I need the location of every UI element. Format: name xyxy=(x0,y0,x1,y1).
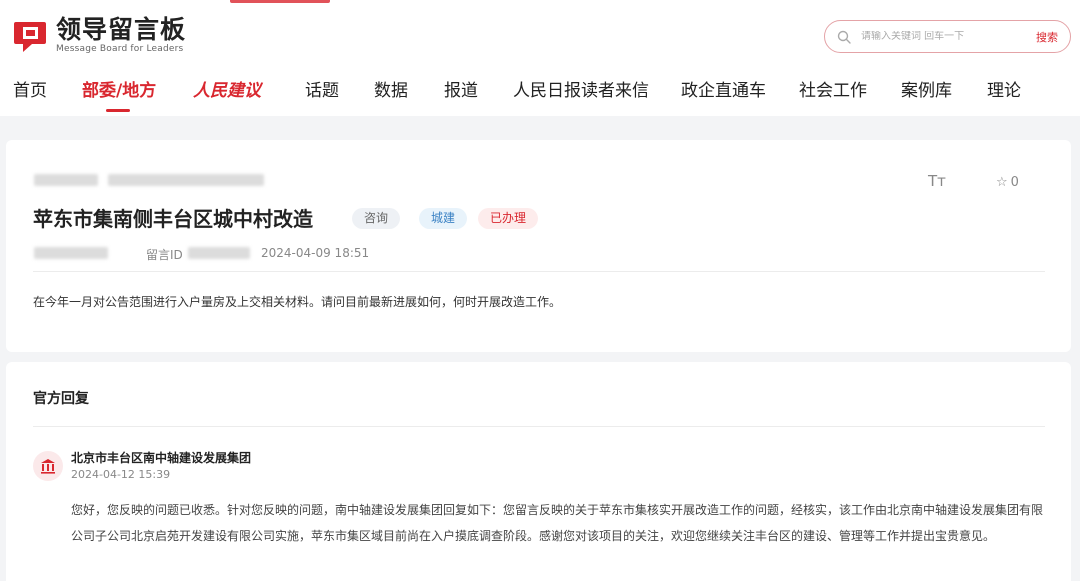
blurred-message-id xyxy=(188,247,250,259)
nav-item-business-express[interactable]: 政企直通车 xyxy=(681,78,766,104)
message-id-label: 留言ID xyxy=(146,248,183,262)
blurred-breadcrumb xyxy=(34,174,98,186)
search-input[interactable] xyxy=(861,31,1021,42)
reply-text: 您好，您反映的问题已收悉。针对您反映的问题，南中轴建设发展集团回复如下：您留言反… xyxy=(71,503,1044,543)
tag-consult[interactable]: 咨询 xyxy=(352,208,401,229)
site-header: 领导留言板 Message Board for Leaders 搜索 首页 部委… xyxy=(0,0,1080,116)
government-building-icon xyxy=(33,451,63,481)
favorite-button[interactable]: ☆ 0 xyxy=(996,175,1019,190)
nav-active-indicator xyxy=(106,109,130,112)
divider xyxy=(33,271,1045,272)
nav-item-home[interactable]: 首页 xyxy=(13,78,47,104)
tag-city[interactable]: 城建 xyxy=(419,208,468,229)
search-button[interactable]: 搜索 xyxy=(1036,29,1058,45)
nav-item-case-library[interactable]: 案例库 xyxy=(901,78,952,104)
site-subtitle: Message Board for Leaders xyxy=(56,44,184,54)
message-content: 在今年一月对公告范围进行入户量房及上交相关材料。请问目前最新进展如何，何时开展改… xyxy=(33,295,562,309)
message-card: Tт ☆ 0 苹东市集南侧丰台区城中村改造 咨询 城建 已办理 留言ID 202… xyxy=(6,140,1071,352)
status-badge: 已办理 xyxy=(478,208,539,229)
nav-item-people-suggestions[interactable]: 人民建议 xyxy=(193,78,261,104)
reply-datetime: 2024-04-12 15:39 xyxy=(71,468,171,481)
nav-item-topics[interactable]: 话题 xyxy=(305,78,339,104)
font-size-button[interactable]: Tт xyxy=(928,172,946,190)
logo-mark-icon xyxy=(12,16,50,54)
message-datetime: 2024-04-09 18:51 xyxy=(261,246,370,260)
search-icon[interactable] xyxy=(837,30,851,44)
main-nav: 首页 部委/地方 人民建议 话题 数据 报道 人民日报读者来信 政企直通车 社会… xyxy=(0,78,1080,104)
nav-item-theory[interactable]: 理论 xyxy=(987,78,1021,104)
site-title: 领导留言板 xyxy=(56,15,187,44)
nav-item-social-work[interactable]: 社会工作 xyxy=(799,78,867,104)
nav-item-ministries-local[interactable]: 部委/地方 xyxy=(82,78,156,104)
blurred-author xyxy=(34,247,108,259)
reply-section-title: 官方回复 xyxy=(33,391,89,407)
nav-item-reports[interactable]: 报道 xyxy=(444,78,478,104)
blurred-breadcrumb xyxy=(108,174,264,186)
header-accent-bar xyxy=(230,0,330,3)
search-box: 搜索 xyxy=(824,20,1071,53)
star-icon: ☆ xyxy=(996,175,1008,190)
reply-card: 官方回复 北京市丰台区南中轴建设发展集团 2024-04-12 15:39 您好… xyxy=(6,362,1071,581)
nav-item-data[interactable]: 数据 xyxy=(374,78,408,104)
reply-org-name: 北京市丰台区南中轴建设发展集团 xyxy=(71,451,252,465)
nav-item-reader-letters[interactable]: 人民日报读者来信 xyxy=(513,78,649,104)
message-title: 苹东市集南侧丰台区城中村改造 xyxy=(33,207,313,231)
site-logo[interactable]: 领导留言板 Message Board for Leaders xyxy=(12,16,186,54)
favorite-count: 0 xyxy=(1010,175,1019,190)
divider xyxy=(33,426,1045,427)
